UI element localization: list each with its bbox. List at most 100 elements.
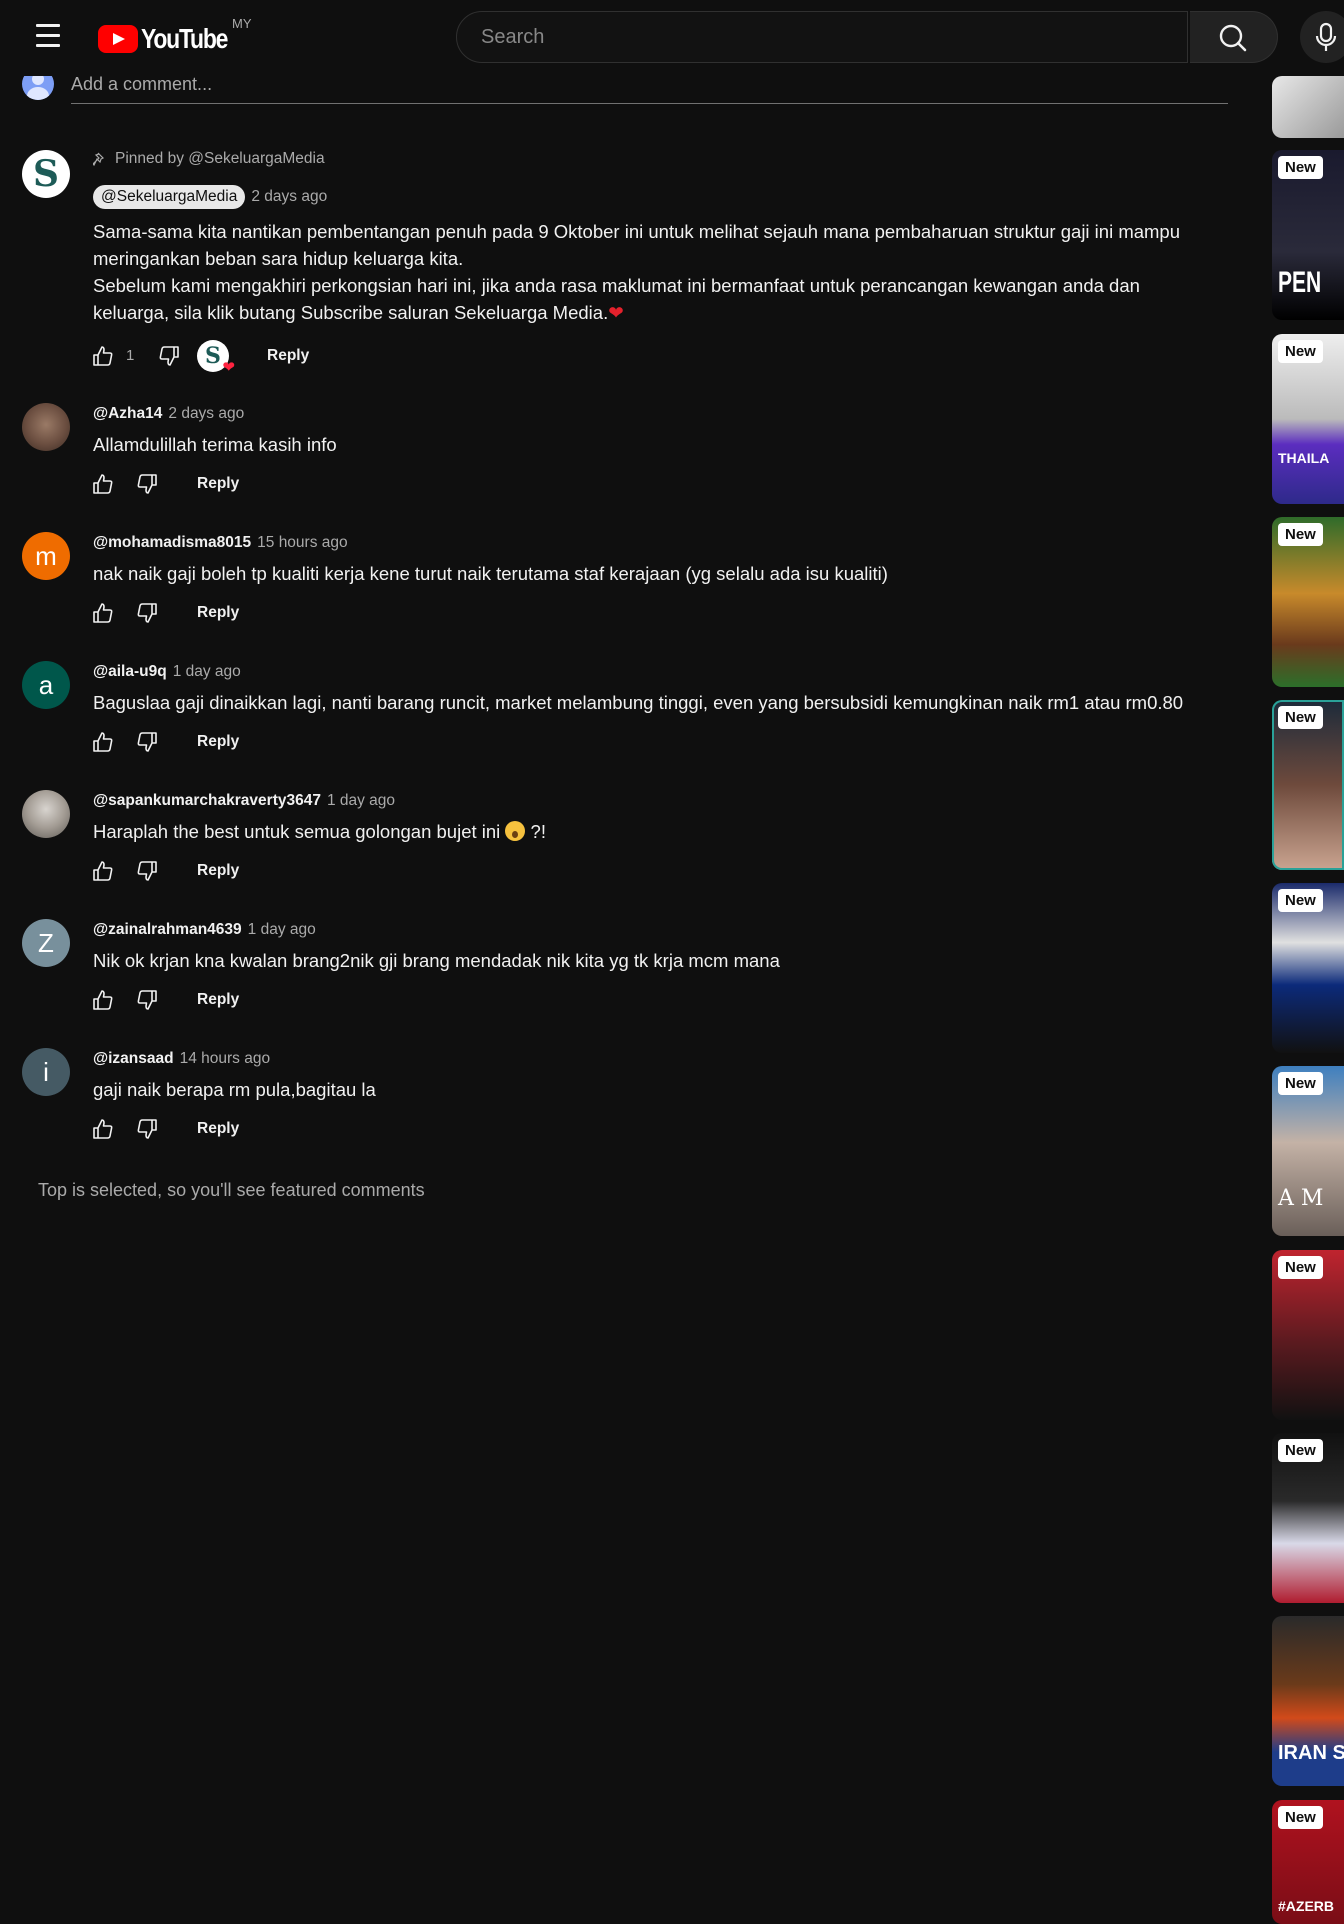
like-count: 1 [126, 347, 135, 364]
comment-author[interactable]: @zainalrahman4639 [93, 921, 242, 939]
pinned-label: Pinned by @SekeluargaMedia [93, 150, 325, 168]
comment-time[interactable]: 15 hours ago [257, 534, 348, 552]
dislike-button[interactable] [131, 468, 163, 500]
search-input[interactable] [479, 25, 1163, 50]
comment-author[interactable]: @mohamadisma8015 [93, 534, 251, 552]
comment-text: nak naik gaji boleh tp kualiti kerja ken… [93, 563, 888, 584]
commenter-avatar[interactable]: m [22, 532, 70, 580]
channel-avatar[interactable]: S [22, 150, 70, 198]
like-button[interactable] [87, 984, 119, 1016]
country-code: MY [232, 16, 252, 31]
video-thumbnail[interactable]: New THAILA [1272, 334, 1344, 504]
video-thumbnail[interactable]: IRAN S [1272, 1616, 1344, 1786]
comment-author[interactable]: @SekeluargaMedia [93, 185, 246, 209]
comment-text-suffix: ?! [525, 821, 546, 842]
thumbs-down-icon [137, 990, 157, 1010]
dislike-button[interactable] [131, 984, 163, 1016]
sort-info-text: Top is selected, so you'll see featured … [38, 1180, 425, 1200]
commenter-avatar[interactable] [22, 790, 70, 838]
comment-body: @mohamadisma8015 15 hours ago nak naik ga… [93, 532, 1228, 629]
avatar-letter: S [33, 153, 59, 195]
like-button[interactable] [87, 726, 119, 758]
reply-button[interactable]: Reply [197, 862, 239, 880]
comment-time[interactable]: 2 days ago [168, 405, 244, 423]
commenter-avatar[interactable]: i [22, 1048, 70, 1096]
comment-actions: Reply [93, 1113, 1228, 1145]
like-button[interactable] [87, 340, 119, 372]
comment-author[interactable]: @sapankumarchakraverty3647 [93, 792, 321, 810]
comment-text-line: meringankan beban sara hidup keluarga ki… [93, 248, 464, 269]
like-button[interactable] [87, 597, 119, 629]
dislike-button[interactable] [153, 340, 185, 372]
dislike-button[interactable] [131, 597, 163, 629]
surprised-emoji [505, 821, 526, 841]
comment-author[interactable]: @aila-u9q [93, 663, 167, 681]
dislike-button[interactable] [131, 726, 163, 758]
pinned-text: Pinned by @SekeluargaMedia [115, 150, 325, 167]
heart-emoji: ❤ [608, 302, 624, 323]
thumbnail-caption: PEN [1278, 266, 1322, 299]
thumbs-up-icon [93, 1119, 113, 1139]
comment-actions: Reply [93, 597, 1228, 629]
comment-body: @aila-u9q 1 day ago Baguslaa gaji dinaikk… [93, 661, 1228, 758]
like-button[interactable] [87, 1113, 119, 1145]
video-thumbnail[interactable] [1272, 76, 1344, 138]
comment-time[interactable]: 1 day ago [327, 792, 395, 810]
youtube-logo[interactable]: YouTube [98, 23, 246, 54]
comment-time[interactable]: 14 hours ago [180, 1050, 271, 1068]
video-thumbnail[interactable]: New [1272, 1250, 1344, 1420]
video-thumbnail[interactable]: New [1272, 517, 1344, 687]
thumbnail-caption: IRAN S [1278, 1742, 1344, 1764]
comment-text: Allamdulillah terima kasih info [93, 434, 337, 455]
comment-author[interactable]: @Azha14 [93, 405, 162, 423]
video-thumbnail[interactable]: New A M [1272, 1066, 1344, 1236]
input-underline [71, 103, 1228, 104]
voice-search-button[interactable] [1300, 11, 1344, 63]
comment-actions: Reply [93, 855, 1228, 887]
commenter-avatar[interactable]: Z [22, 919, 70, 967]
video-thumbnail[interactable]: New [1272, 1433, 1344, 1603]
thumbs-up-icon [93, 732, 113, 752]
hamburger-menu-icon[interactable] [34, 24, 64, 52]
comment-time[interactable]: 1 day ago [248, 921, 316, 939]
reply-button[interactable]: Reply [197, 991, 239, 1009]
comment-time[interactable]: 2 days ago [251, 188, 327, 206]
comment-time[interactable]: 1 day ago [173, 663, 241, 681]
pin-icon [93, 152, 105, 166]
new-badge: New [1278, 706, 1323, 729]
new-badge: New [1278, 340, 1323, 363]
commenter-avatar[interactable] [22, 403, 70, 451]
reply-button[interactable]: Reply [197, 604, 239, 622]
new-badge: New [1278, 156, 1323, 179]
video-thumbnail[interactable]: New [1272, 700, 1344, 870]
comment-text-line: Sama-sama kita nantikan pembentangan pen… [93, 221, 1181, 242]
new-badge: New [1278, 1806, 1323, 1829]
new-badge: New [1278, 1256, 1323, 1279]
reply-button[interactable]: Reply [197, 1120, 239, 1138]
thumbs-down-icon [137, 732, 157, 752]
thumbs-down-icon [137, 603, 157, 623]
comment-actions: 1 S ❤ Reply [93, 340, 1228, 376]
new-badge: New [1278, 889, 1323, 912]
comment-author[interactable]: @izansaad [93, 1050, 174, 1068]
comment-text-line: Sebelum kami mengakhiri perkongsian hari… [93, 275, 1140, 296]
comment-body: @sapankumarchakraverty3647 1 day ago Hara… [93, 790, 1228, 887]
reply-button[interactable]: Reply [267, 347, 309, 365]
dislike-button[interactable] [131, 855, 163, 887]
commenter-avatar[interactable]: a [22, 661, 70, 709]
search-button[interactable] [1190, 11, 1278, 63]
avatar-letter: m [35, 540, 57, 571]
comment-body: @SekeluargaMedia 2 days ago Sama-sama ki… [93, 185, 1228, 376]
reply-button[interactable]: Reply [197, 733, 239, 751]
video-thumbnail[interactable]: New [1272, 883, 1344, 1053]
comment-text-main: Haraplah the best untuk semua golongan b… [93, 821, 501, 842]
dislike-button[interactable] [131, 1113, 163, 1145]
like-button[interactable] [87, 468, 119, 500]
video-thumbnail[interactable]: New #AZERB [1272, 1800, 1344, 1924]
comment-text: gaji naik berapa rm pula,bagitau la [93, 1079, 376, 1100]
video-thumbnail[interactable]: New PEN [1272, 150, 1344, 320]
add-comment-input[interactable]: Add a comment... [71, 74, 212, 95]
like-button[interactable] [87, 855, 119, 887]
reply-button[interactable]: Reply [197, 475, 239, 493]
avatar-letter: Z [38, 927, 54, 958]
